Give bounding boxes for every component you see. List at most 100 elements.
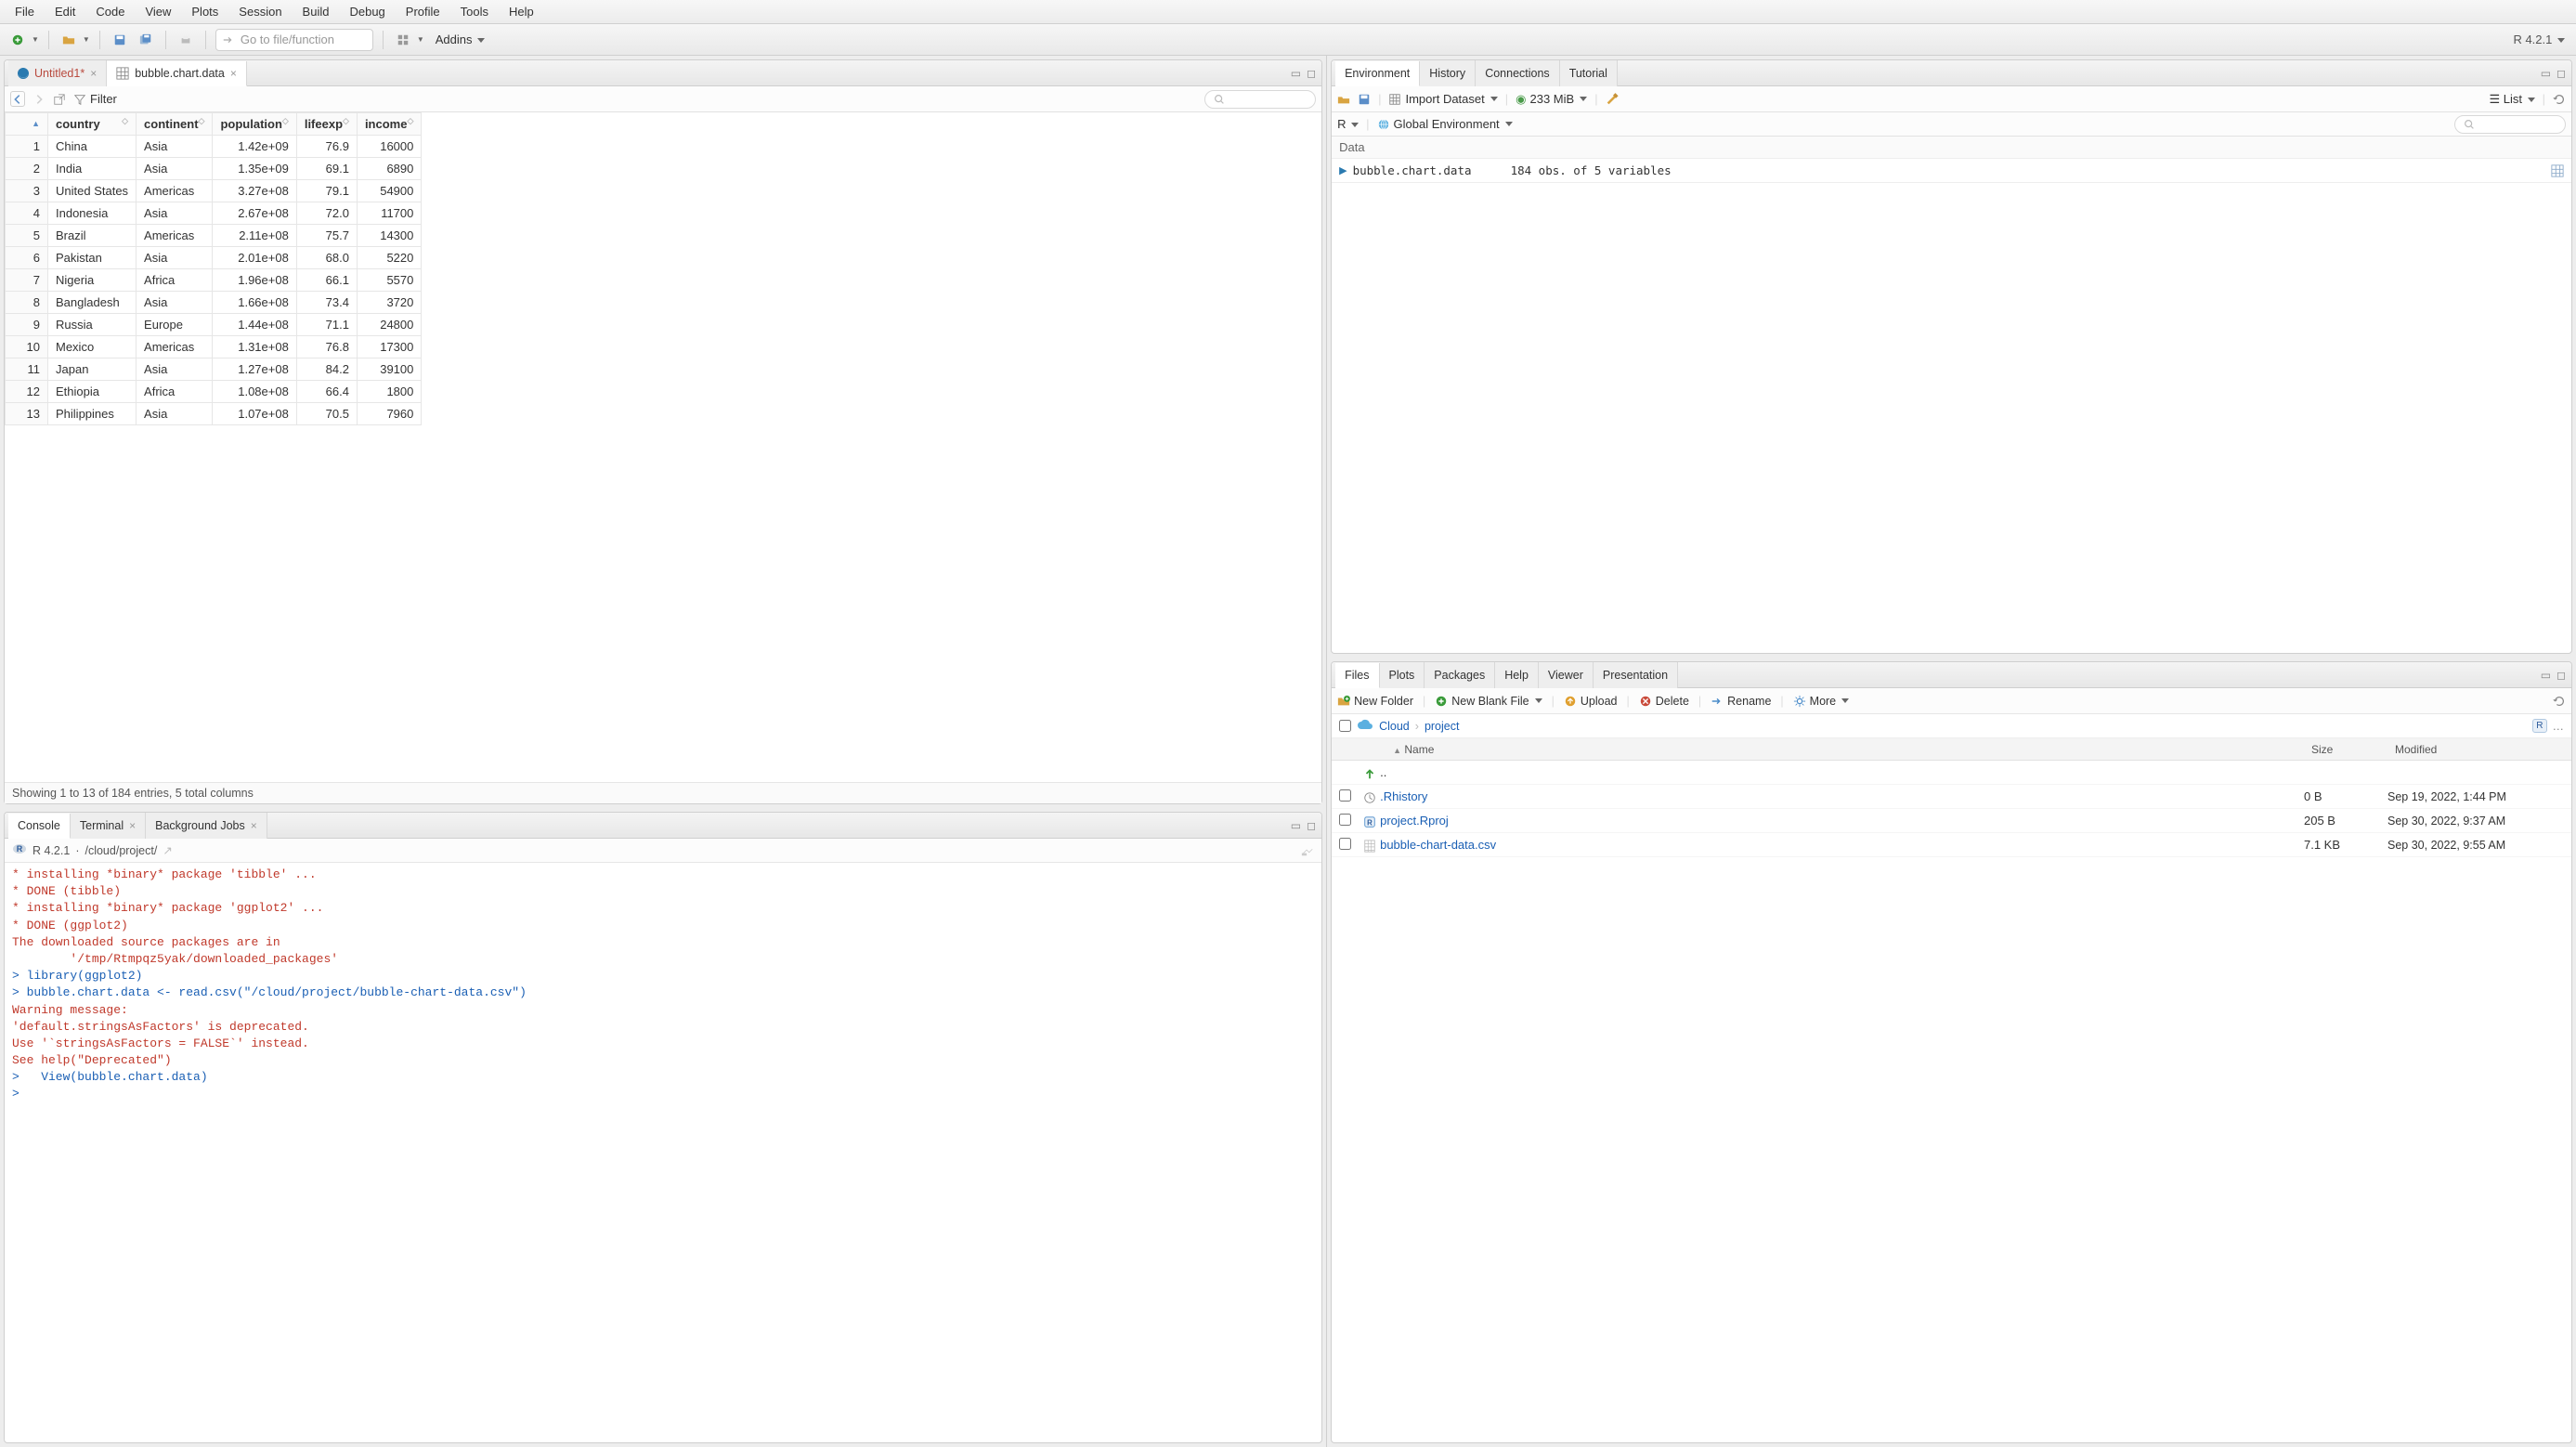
env-object-row[interactable]: ▶bubble.chart.data184 obs. of 5 variable… bbox=[1332, 159, 2571, 183]
tab-help[interactable]: Help bbox=[1495, 662, 1539, 688]
language-selector[interactable]: R bbox=[1337, 117, 1359, 131]
select-all-checkbox[interactable] bbox=[1339, 720, 1351, 732]
file-checkbox[interactable] bbox=[1339, 814, 1351, 826]
pane-layout-button[interactable] bbox=[393, 30, 413, 50]
new-blank-file-button[interactable]: New Blank File bbox=[1435, 695, 1542, 708]
clear-console-icon[interactable] bbox=[1301, 843, 1314, 857]
filter-button[interactable]: Filter bbox=[73, 92, 117, 106]
file-checkbox[interactable] bbox=[1339, 838, 1351, 850]
column-header[interactable]: continent◇ bbox=[137, 113, 213, 136]
menu-edit[interactable]: Edit bbox=[46, 2, 85, 21]
tab-plots[interactable]: Plots bbox=[1380, 662, 1425, 688]
column-header[interactable]: ▲ bbox=[6, 113, 48, 136]
popout-button[interactable] bbox=[53, 92, 66, 107]
more-path-button[interactable]: … bbox=[2553, 720, 2565, 733]
maximize-pane-icon[interactable]: ◻ bbox=[2556, 67, 2566, 80]
rename-button[interactable]: Rename bbox=[1711, 695, 1771, 708]
file-row[interactable]: Rproject.Rproj205 BSep 30, 2022, 9:37 AM bbox=[1332, 809, 2571, 833]
r-version-selector[interactable]: R 4.2.1 bbox=[2513, 33, 2569, 46]
column-header[interactable]: country◇ bbox=[48, 113, 137, 136]
tab-files[interactable]: Files bbox=[1335, 663, 1379, 688]
minimize-pane-icon[interactable]: ▭ bbox=[1291, 67, 1301, 80]
close-icon[interactable]: × bbox=[90, 67, 97, 80]
tab-untitled1[interactable]: ⬤ Untitled1* × bbox=[8, 60, 107, 86]
tab-background-jobs[interactable]: Background Jobs× bbox=[146, 813, 267, 839]
menu-view[interactable]: View bbox=[136, 2, 180, 21]
column-header[interactable]: lifeexp◇ bbox=[296, 113, 357, 136]
close-icon[interactable]: × bbox=[230, 67, 237, 80]
tab-environment[interactable]: Environment bbox=[1335, 61, 1420, 86]
file-checkbox[interactable] bbox=[1339, 789, 1351, 802]
environment-scope-selector[interactable]: Global Environment bbox=[1377, 117, 1513, 132]
table-row[interactable]: 9RussiaEurope1.44e+0871.124800 bbox=[6, 314, 422, 336]
maximize-pane-icon[interactable]: ◻ bbox=[1307, 819, 1316, 832]
breadcrumb-project[interactable]: project bbox=[1425, 720, 1460, 733]
env-search-input[interactable] bbox=[2454, 115, 2566, 134]
table-row[interactable]: 4IndonesiaAsia2.67e+0872.011700 bbox=[6, 202, 422, 225]
column-header[interactable]: population◇ bbox=[213, 113, 296, 136]
refresh-button[interactable] bbox=[2553, 92, 2566, 107]
tab-history[interactable]: History bbox=[1420, 60, 1476, 86]
save-button[interactable] bbox=[110, 30, 130, 50]
menu-help[interactable]: Help bbox=[500, 2, 543, 21]
tab-terminal[interactable]: Terminal× bbox=[71, 813, 146, 839]
table-row[interactable]: 12EthiopiaAfrica1.08e+0866.41800 bbox=[6, 381, 422, 403]
file-name[interactable]: .Rhistory bbox=[1380, 789, 2304, 803]
data-viewer[interactable]: ▲country◇continent◇population◇lifeexp◇in… bbox=[5, 112, 1321, 782]
menu-session[interactable]: Session bbox=[229, 2, 291, 21]
load-workspace-button[interactable] bbox=[1337, 92, 1350, 107]
file-row[interactable]: .Rhistory0 BSep 19, 2022, 1:44 PM bbox=[1332, 785, 2571, 809]
tab-tutorial[interactable]: Tutorial bbox=[1560, 60, 1618, 86]
breadcrumb-cloud[interactable]: Cloud bbox=[1379, 720, 1410, 733]
minimize-pane-icon[interactable]: ▭ bbox=[1291, 819, 1301, 832]
addins-menu[interactable]: Addins bbox=[436, 33, 485, 46]
maximize-pane-icon[interactable]: ◻ bbox=[2556, 669, 2566, 682]
table-row[interactable]: 13PhilippinesAsia1.07e+0870.57960 bbox=[6, 403, 422, 425]
print-button[interactable] bbox=[176, 30, 196, 50]
table-row[interactable]: 2IndiaAsia1.35e+0969.16890 bbox=[6, 158, 422, 180]
menu-build[interactable]: Build bbox=[293, 2, 339, 21]
menu-code[interactable]: Code bbox=[86, 2, 134, 21]
tab-bubble-chart-data[interactable]: bubble.chart.data × bbox=[107, 61, 247, 86]
delete-button[interactable]: Delete bbox=[1639, 695, 1689, 708]
menu-plots[interactable]: Plots bbox=[182, 2, 228, 21]
more-button[interactable]: More bbox=[1793, 695, 1849, 708]
new-folder-button[interactable]: New Folder bbox=[1337, 695, 1413, 708]
save-all-button[interactable] bbox=[136, 30, 156, 50]
minimize-pane-icon[interactable]: ▭ bbox=[2541, 67, 2551, 80]
column-header[interactable]: income◇ bbox=[357, 113, 421, 136]
r-project-icon[interactable]: R bbox=[2532, 719, 2546, 733]
import-dataset-button[interactable]: Import Dataset bbox=[1388, 92, 1497, 106]
table-row[interactable]: 3United StatesAmericas3.27e+0879.154900 bbox=[6, 180, 422, 202]
table-row[interactable]: 8BangladeshAsia1.66e+0873.43720 bbox=[6, 292, 422, 314]
table-row[interactable]: 10MexicoAmericas1.31e+0876.817300 bbox=[6, 336, 422, 358]
minimize-pane-icon[interactable]: ▭ bbox=[2541, 669, 2551, 682]
tab-packages[interactable]: Packages bbox=[1425, 662, 1495, 688]
tab-viewer[interactable]: Viewer bbox=[1539, 662, 1594, 688]
parent-dir-row[interactable]: .. bbox=[1332, 761, 2571, 785]
list-view-toggle[interactable]: ☰ List bbox=[2489, 92, 2534, 107]
tab-presentation[interactable]: Presentation bbox=[1594, 662, 1678, 688]
table-row[interactable]: 7NigeriaAfrica1.96e+0866.15570 bbox=[6, 269, 422, 292]
expand-icon[interactable]: ▶ bbox=[1339, 164, 1347, 176]
table-row[interactable]: 5BrazilAmericas2.11e+0875.714300 bbox=[6, 225, 422, 247]
clear-objects-button[interactable] bbox=[1606, 92, 1619, 107]
goto-file-input[interactable]: Go to file/function bbox=[215, 29, 373, 51]
save-workspace-button[interactable] bbox=[1358, 92, 1371, 107]
new-file-button[interactable] bbox=[7, 30, 28, 50]
upload-button[interactable]: Upload bbox=[1564, 695, 1618, 708]
refresh-button[interactable] bbox=[2553, 694, 2566, 708]
table-row[interactable]: 6PakistanAsia2.01e+0868.05220 bbox=[6, 247, 422, 269]
menu-debug[interactable]: Debug bbox=[340, 2, 394, 21]
open-file-button[interactable] bbox=[59, 30, 79, 50]
goto-wd-icon[interactable]: ↗ bbox=[163, 843, 172, 857]
menu-tools[interactable]: Tools bbox=[451, 2, 498, 21]
maximize-pane-icon[interactable]: ◻ bbox=[1307, 67, 1316, 80]
file-name[interactable]: project.Rproj bbox=[1380, 814, 2304, 828]
table-row[interactable]: 11JapanAsia1.27e+0884.239100 bbox=[6, 358, 422, 381]
tab-connections[interactable]: Connections bbox=[1476, 60, 1560, 86]
console-output[interactable]: * installing *binary* package 'tibble' .… bbox=[5, 863, 1321, 1442]
back-button[interactable] bbox=[10, 91, 25, 108]
file-name[interactable]: bubble-chart-data.csv bbox=[1380, 838, 2304, 852]
tab-console[interactable]: Console bbox=[8, 814, 71, 839]
